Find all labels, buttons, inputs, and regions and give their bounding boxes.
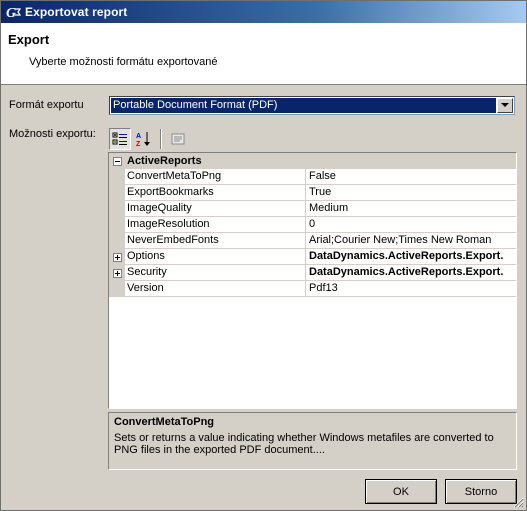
svg-text:G: G xyxy=(6,6,16,19)
svg-text:Z: Z xyxy=(136,141,141,147)
property-row[interactable]: ConvertMetaToPng False xyxy=(109,169,516,185)
category-gutter xyxy=(109,153,125,169)
property-pages-icon xyxy=(171,133,185,145)
alphabetical-sort-button[interactable]: A Z xyxy=(133,128,155,150)
property-value[interactable]: DataDynamics.ActiveReports.Export. xyxy=(306,265,516,281)
property-rows: ConvertMetaToPng False ExportBookmarks True… xyxy=(109,169,516,297)
window-title: Exportovat report xyxy=(25,5,128,19)
description-title: ConvertMetaToPng xyxy=(114,416,215,428)
header-title: Export xyxy=(8,32,50,47)
property-row[interactable]: Version Pdf13 xyxy=(109,281,516,297)
row-gutter xyxy=(109,201,125,217)
property-row[interactable]: Options DataDynamics.ActiveReports.Export… xyxy=(109,249,516,265)
property-row[interactable]: NeverEmbedFonts Arial;Courier New;Times N… xyxy=(109,233,516,249)
property-name[interactable]: Security xyxy=(125,265,306,281)
row-gutter xyxy=(109,217,125,233)
property-value[interactable]: False xyxy=(306,169,516,185)
property-name[interactable]: ExportBookmarks xyxy=(125,185,306,201)
format-label: Formát exportu xyxy=(9,99,84,111)
toolbar-separator xyxy=(160,129,162,149)
header-subtitle: Vyberte možnosti formátu exportované xyxy=(29,56,218,68)
property-name[interactable]: Version xyxy=(125,281,306,297)
property-row[interactable]: ImageQuality Medium xyxy=(109,201,516,217)
property-grid-toolbar: A Z xyxy=(109,128,189,152)
property-value[interactable]: Pdf13 xyxy=(306,281,516,297)
row-gutter xyxy=(109,249,125,265)
export-dialog: G Exportovat report Export Vyberte možno… xyxy=(0,0,527,511)
property-row[interactable]: ExportBookmarks True xyxy=(109,185,516,201)
property-name[interactable]: ImageResolution xyxy=(125,217,306,233)
activereports-logo-icon: G xyxy=(4,4,22,20)
property-name[interactable]: NeverEmbedFonts xyxy=(125,233,306,249)
property-name[interactable]: ConvertMetaToPng xyxy=(125,169,306,185)
category-label: ActiveReports xyxy=(127,155,202,167)
property-name[interactable]: ImageQuality xyxy=(125,201,306,217)
categorized-view-button[interactable] xyxy=(109,128,131,150)
dropdown-button[interactable] xyxy=(497,98,513,113)
expand-icon[interactable] xyxy=(112,268,122,278)
row-gutter xyxy=(109,281,125,297)
collapse-icon[interactable] xyxy=(112,156,122,166)
expand-icon[interactable] xyxy=(112,252,122,262)
property-value[interactable]: Medium xyxy=(306,201,516,217)
row-gutter xyxy=(109,233,125,249)
cancel-button[interactable]: Storno xyxy=(445,479,517,504)
title-bar[interactable]: G Exportovat report xyxy=(1,1,526,23)
chevron-down-icon xyxy=(501,103,509,107)
header-panel: Export Vyberte možnosti formátu exportov… xyxy=(1,23,526,85)
row-gutter xyxy=(109,169,125,185)
options-label: Možnosti exportu: xyxy=(9,128,96,140)
property-row[interactable]: ImageResolution 0 xyxy=(109,217,516,233)
svg-text:A: A xyxy=(136,133,141,140)
resize-grip-icon[interactable] xyxy=(512,496,524,508)
property-name[interactable]: Options xyxy=(125,249,306,265)
categorized-view-icon xyxy=(112,132,127,145)
property-grid[interactable]: ActiveReports ConvertMetaToPng False Expor… xyxy=(108,152,517,409)
property-pages-button[interactable] xyxy=(167,128,189,150)
format-select[interactable]: Portable Document Format (PDF) xyxy=(109,96,515,115)
row-gutter xyxy=(109,265,125,281)
property-value[interactable]: Arial;Courier New;Times New Roman xyxy=(306,233,516,249)
category-row[interactable]: ActiveReports xyxy=(109,153,516,169)
ok-button[interactable]: OK xyxy=(365,479,437,504)
description-panel: ConvertMetaToPng Sets or returns a value… xyxy=(108,412,517,470)
format-selected-value[interactable]: Portable Document Format (PDF) xyxy=(111,98,496,113)
property-row[interactable]: Security DataDynamics.ActiveReports.Expor… xyxy=(109,265,516,281)
property-value[interactable]: True xyxy=(306,185,516,201)
row-gutter xyxy=(109,185,125,201)
property-value[interactable]: DataDynamics.ActiveReports.Export. xyxy=(306,249,516,265)
property-value[interactable]: 0 xyxy=(306,217,516,233)
alphabetical-sort-icon: A Z xyxy=(136,132,150,147)
description-text: Sets or returns a value indicating wheth… xyxy=(114,432,494,456)
